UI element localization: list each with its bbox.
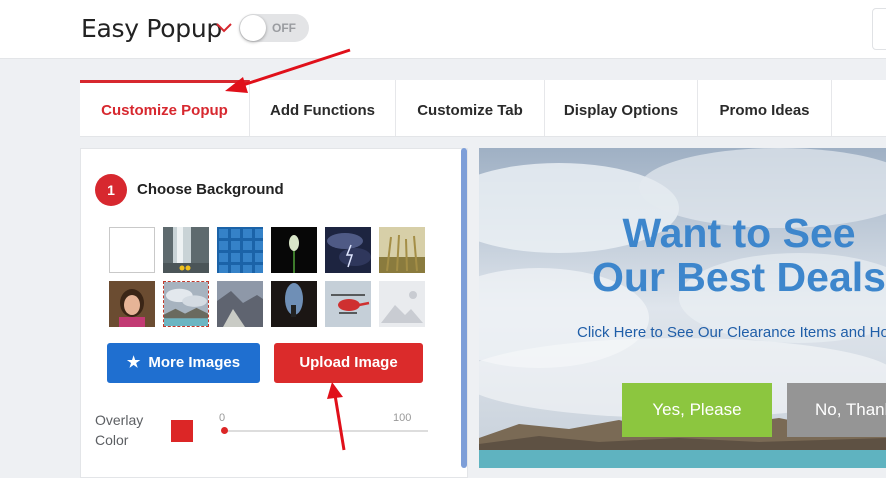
overlay-opacity-slider[interactable]: [222, 430, 428, 432]
thumbnail-storm-clouds[interactable]: [325, 227, 371, 273]
settings-tabs: Customize Popup Add Functions Customize …: [80, 80, 886, 137]
step-title: Choose Background: [137, 181, 284, 198]
more-images-button[interactable]: ★ More Images: [107, 343, 260, 383]
slider-max-label: 100: [393, 412, 412, 424]
tab-display-options[interactable]: Display Options: [545, 80, 698, 136]
overlay-color-label: Overlay Color: [95, 412, 144, 448]
popup-yes-button[interactable]: Yes, Please: [622, 383, 772, 437]
thumbnail-rocky-coast[interactable]: [217, 281, 263, 327]
slider-min-label: 0: [219, 412, 226, 424]
slider-handle[interactable]: [221, 427, 228, 434]
headline-line-2: Our Best Deals: [592, 254, 886, 300]
upload-image-button[interactable]: Upload Image: [274, 343, 423, 383]
toggle-knob: [240, 15, 266, 41]
popup-subtext[interactable]: Click Here to See Our Clearance Items an…: [577, 324, 886, 341]
thumbnail-helicopter[interactable]: [325, 281, 371, 327]
popup-headline: Want to See Our Best Deals: [559, 211, 886, 299]
headline-line-1: Want to See: [622, 210, 856, 256]
more-images-label: More Images: [148, 354, 241, 371]
toggle-label: OFF: [272, 21, 296, 35]
panel-scrollbar[interactable]: [461, 148, 467, 468]
app-title: Easy Popup: [81, 14, 222, 43]
tab-customize-tab[interactable]: Customize Tab: [396, 80, 545, 136]
thumbnail-wheat-field[interactable]: [379, 227, 425, 273]
thumbnail-cave[interactable]: [271, 281, 317, 327]
overlay-color-swatch[interactable]: [171, 420, 193, 442]
step-number-badge: 1: [95, 174, 127, 206]
chevron-down-icon[interactable]: [215, 22, 233, 34]
top-bar: Easy Popup OFF: [0, 0, 886, 59]
popup-preview: Want to See Our Best Deals Click Here to…: [479, 148, 886, 468]
star-icon: ★: [126, 354, 141, 371]
thumbnail-flower-bud[interactable]: [271, 227, 317, 273]
popup-status-toggle[interactable]: OFF: [239, 14, 309, 42]
thumbnail-blue-tiles[interactable]: [217, 227, 263, 273]
thumbnail-cloudy-lake-selected[interactable]: [163, 281, 209, 327]
thumbnail-waterfall[interactable]: [163, 227, 209, 273]
tab-promo-ideas[interactable]: Promo Ideas: [698, 80, 832, 136]
thumbnail-plain-white[interactable]: [109, 227, 155, 273]
top-right-button[interactable]: [872, 8, 886, 50]
image-placeholder-icon[interactable]: [379, 281, 425, 327]
tab-customize-popup[interactable]: Customize Popup: [80, 80, 250, 136]
popup-no-button[interactable]: No, Thanks: [787, 383, 886, 437]
thumbnail-girl-portrait[interactable]: [109, 281, 155, 327]
tab-add-functions[interactable]: Add Functions: [250, 80, 396, 136]
